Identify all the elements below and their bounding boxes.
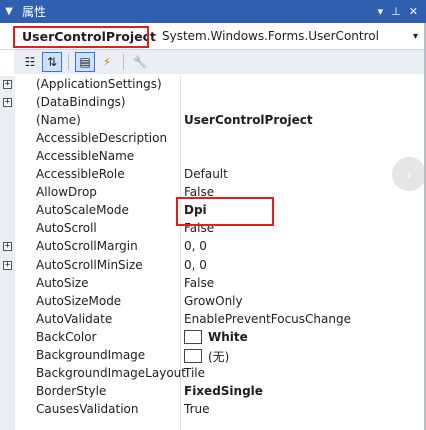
property-value[interactable]: EnablePreventFocusChange	[184, 312, 351, 326]
property-value[interactable]: (无)	[184, 348, 229, 365]
property-row[interactable]: BackgroundImage (无)	[0, 347, 426, 365]
property-row[interactable]: + (ApplicationSettings)	[0, 76, 426, 94]
property-row[interactable]: (Name) UserControlProject	[0, 112, 426, 130]
property-name: BackColor	[36, 329, 97, 344]
property-value[interactable]: GrowOnly	[184, 294, 243, 308]
property-value-text: False	[184, 275, 215, 290]
expand-icon[interactable]: +	[3, 80, 12, 89]
property-name: (Name)	[36, 113, 81, 128]
property-row[interactable]: + AutoScrollMinSize 0, 0	[0, 257, 426, 275]
expand-icon[interactable]: +	[3, 260, 12, 270]
property-value-text: Tile	[184, 365, 206, 380]
property-value-text: True	[184, 401, 210, 416]
property-value[interactable]: UserControlProject	[184, 113, 313, 127]
property-name: AccessibleName	[36, 149, 135, 164]
property-row[interactable]: + AutoScrollMargin 0, 0	[0, 238, 426, 256]
property-name: AccessibleRole	[36, 167, 125, 182]
window-menu-icon[interactable]: ▼	[2, 6, 16, 17]
object-type: System.Windows.Forms.UserControl	[161, 29, 379, 43]
property-value[interactable]: 0, 0	[184, 258, 207, 272]
chevron-right-icon[interactable]: ›	[392, 157, 426, 191]
toolbar-divider	[123, 54, 124, 70]
property-value-text: Default	[184, 167, 228, 182]
property-name: AutoSize	[36, 275, 89, 290]
close-icon[interactable]: ✕	[409, 5, 418, 18]
property-value-text: FixedSingle	[184, 383, 263, 398]
categorized-icon[interactable]: ☷	[20, 52, 40, 72]
property-row[interactable]: AutoSize False	[0, 275, 426, 293]
chevron-down-icon[interactable]: ▾	[413, 31, 418, 42]
toolbar-divider	[68, 54, 69, 70]
property-value[interactable]: False	[184, 276, 214, 290]
property-value[interactable]: FixedSingle	[184, 384, 263, 398]
property-value[interactable]: White	[184, 329, 248, 344]
property-row[interactable]: CausesValidation True	[0, 401, 426, 419]
property-name: AutoSizeMode	[36, 293, 122, 308]
property-row[interactable]: BackColor White	[0, 329, 426, 347]
property-value-text: 0, 0	[184, 257, 207, 272]
highlight-box-object-name	[13, 26, 149, 48]
property-name: AutoScrollMinSize	[36, 257, 143, 272]
property-name: (ApplicationSettings)	[36, 77, 162, 91]
properties-icon[interactable]: ▤	[75, 52, 95, 72]
property-value[interactable]: Tile	[184, 366, 205, 380]
property-name: BorderStyle	[36, 383, 107, 398]
window-dropdown-icon[interactable]: ▾	[378, 5, 384, 18]
property-pages-icon[interactable]: 🔧	[130, 52, 150, 72]
property-name: BackgroundImageLayout	[36, 365, 186, 380]
property-name: AutoScaleMode	[36, 203, 129, 218]
property-row[interactable]: AccessibleDescription	[0, 130, 426, 148]
properties-window-titlebar: ▼ 属性 ▾ ⊥ ✕	[0, 0, 426, 23]
property-name: CausesValidation	[36, 401, 139, 416]
property-value[interactable]: 0, 0	[184, 239, 207, 253]
property-value-text: 0, 0	[184, 239, 207, 254]
property-name: AutoScrollMargin	[36, 239, 138, 254]
property-name: BackgroundImage	[36, 347, 146, 362]
alphabetical-icon[interactable]: ⇅	[42, 52, 62, 72]
events-icon[interactable]: ⚡	[97, 52, 117, 72]
property-row[interactable]: + (DataBindings)	[0, 94, 426, 112]
property-value-text: GrowOnly	[184, 293, 243, 308]
property-name: AutoValidate	[36, 311, 113, 326]
property-row[interactable]: AutoValidate EnablePreventFocusChange	[0, 311, 426, 329]
property-name: (DataBindings)	[36, 95, 126, 110]
window-title: 属性	[22, 5, 47, 19]
expand-icon[interactable]: +	[3, 242, 12, 252]
property-value[interactable]: True	[184, 402, 210, 416]
property-row[interactable]: BackgroundImageLayout Tile	[0, 365, 426, 383]
property-value-text: UserControlProject	[184, 113, 313, 128]
pin-icon[interactable]: ⊥	[391, 5, 401, 18]
property-row[interactable]: AutoSizeMode GrowOnly	[0, 293, 426, 311]
expand-icon[interactable]: +	[3, 98, 12, 108]
property-value-text: (无)	[208, 349, 230, 364]
color-swatch	[184, 349, 202, 364]
property-name: AutoScroll	[36, 221, 97, 236]
property-row[interactable]: BorderStyle FixedSingle	[0, 383, 426, 401]
property-value[interactable]: Default	[184, 167, 228, 181]
property-row[interactable]: AccessibleName	[0, 148, 426, 166]
highlight-box-autoscalemode	[176, 197, 274, 226]
property-name: AccessibleDescription	[36, 131, 168, 146]
property-value-text: White	[208, 329, 248, 344]
properties-toolbar: ☷ ⇅ ▤ ⚡ 🔧	[14, 50, 424, 74]
property-row[interactable]: AccessibleRole Default	[0, 166, 426, 184]
property-grid: + (ApplicationSettings) + (DataBindings) (Na…	[0, 76, 426, 430]
property-name: AllowDrop	[36, 185, 97, 200]
property-value-text: EnablePreventFocusChange	[184, 311, 351, 326]
color-swatch	[184, 329, 202, 344]
